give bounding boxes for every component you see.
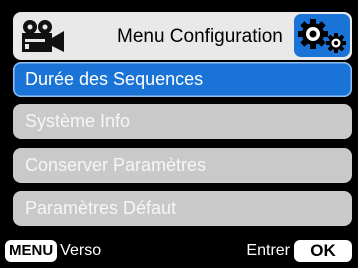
- ok-key-badge[interactable]: OK: [294, 240, 352, 262]
- footer-back-hint: MENU Verso: [5, 239, 101, 263]
- settings-screen: Menu Configuration Durée des Sequences S…: [0, 0, 358, 268]
- menu-item-parametres-defaut[interactable]: Paramètres Défaut: [13, 191, 352, 226]
- back-label: Verso: [60, 242, 102, 259]
- enter-label: Entrer: [246, 242, 290, 259]
- footer-enter-hint: Entrer OK: [246, 239, 352, 263]
- menu-item-duree-sequences[interactable]: Durée des Sequences: [13, 62, 352, 97]
- page-title: Menu Configuration: [117, 26, 283, 47]
- gears-icon: [294, 14, 350, 57]
- video-camera-icon: [18, 18, 66, 56]
- menu-item-systeme-info[interactable]: Système Info: [13, 104, 352, 139]
- menu-header: Menu Configuration: [13, 12, 352, 60]
- menu-item-conserver-parametres[interactable]: Conserver Paramètres: [13, 148, 352, 183]
- menu-key-badge[interactable]: MENU: [5, 240, 58, 262]
